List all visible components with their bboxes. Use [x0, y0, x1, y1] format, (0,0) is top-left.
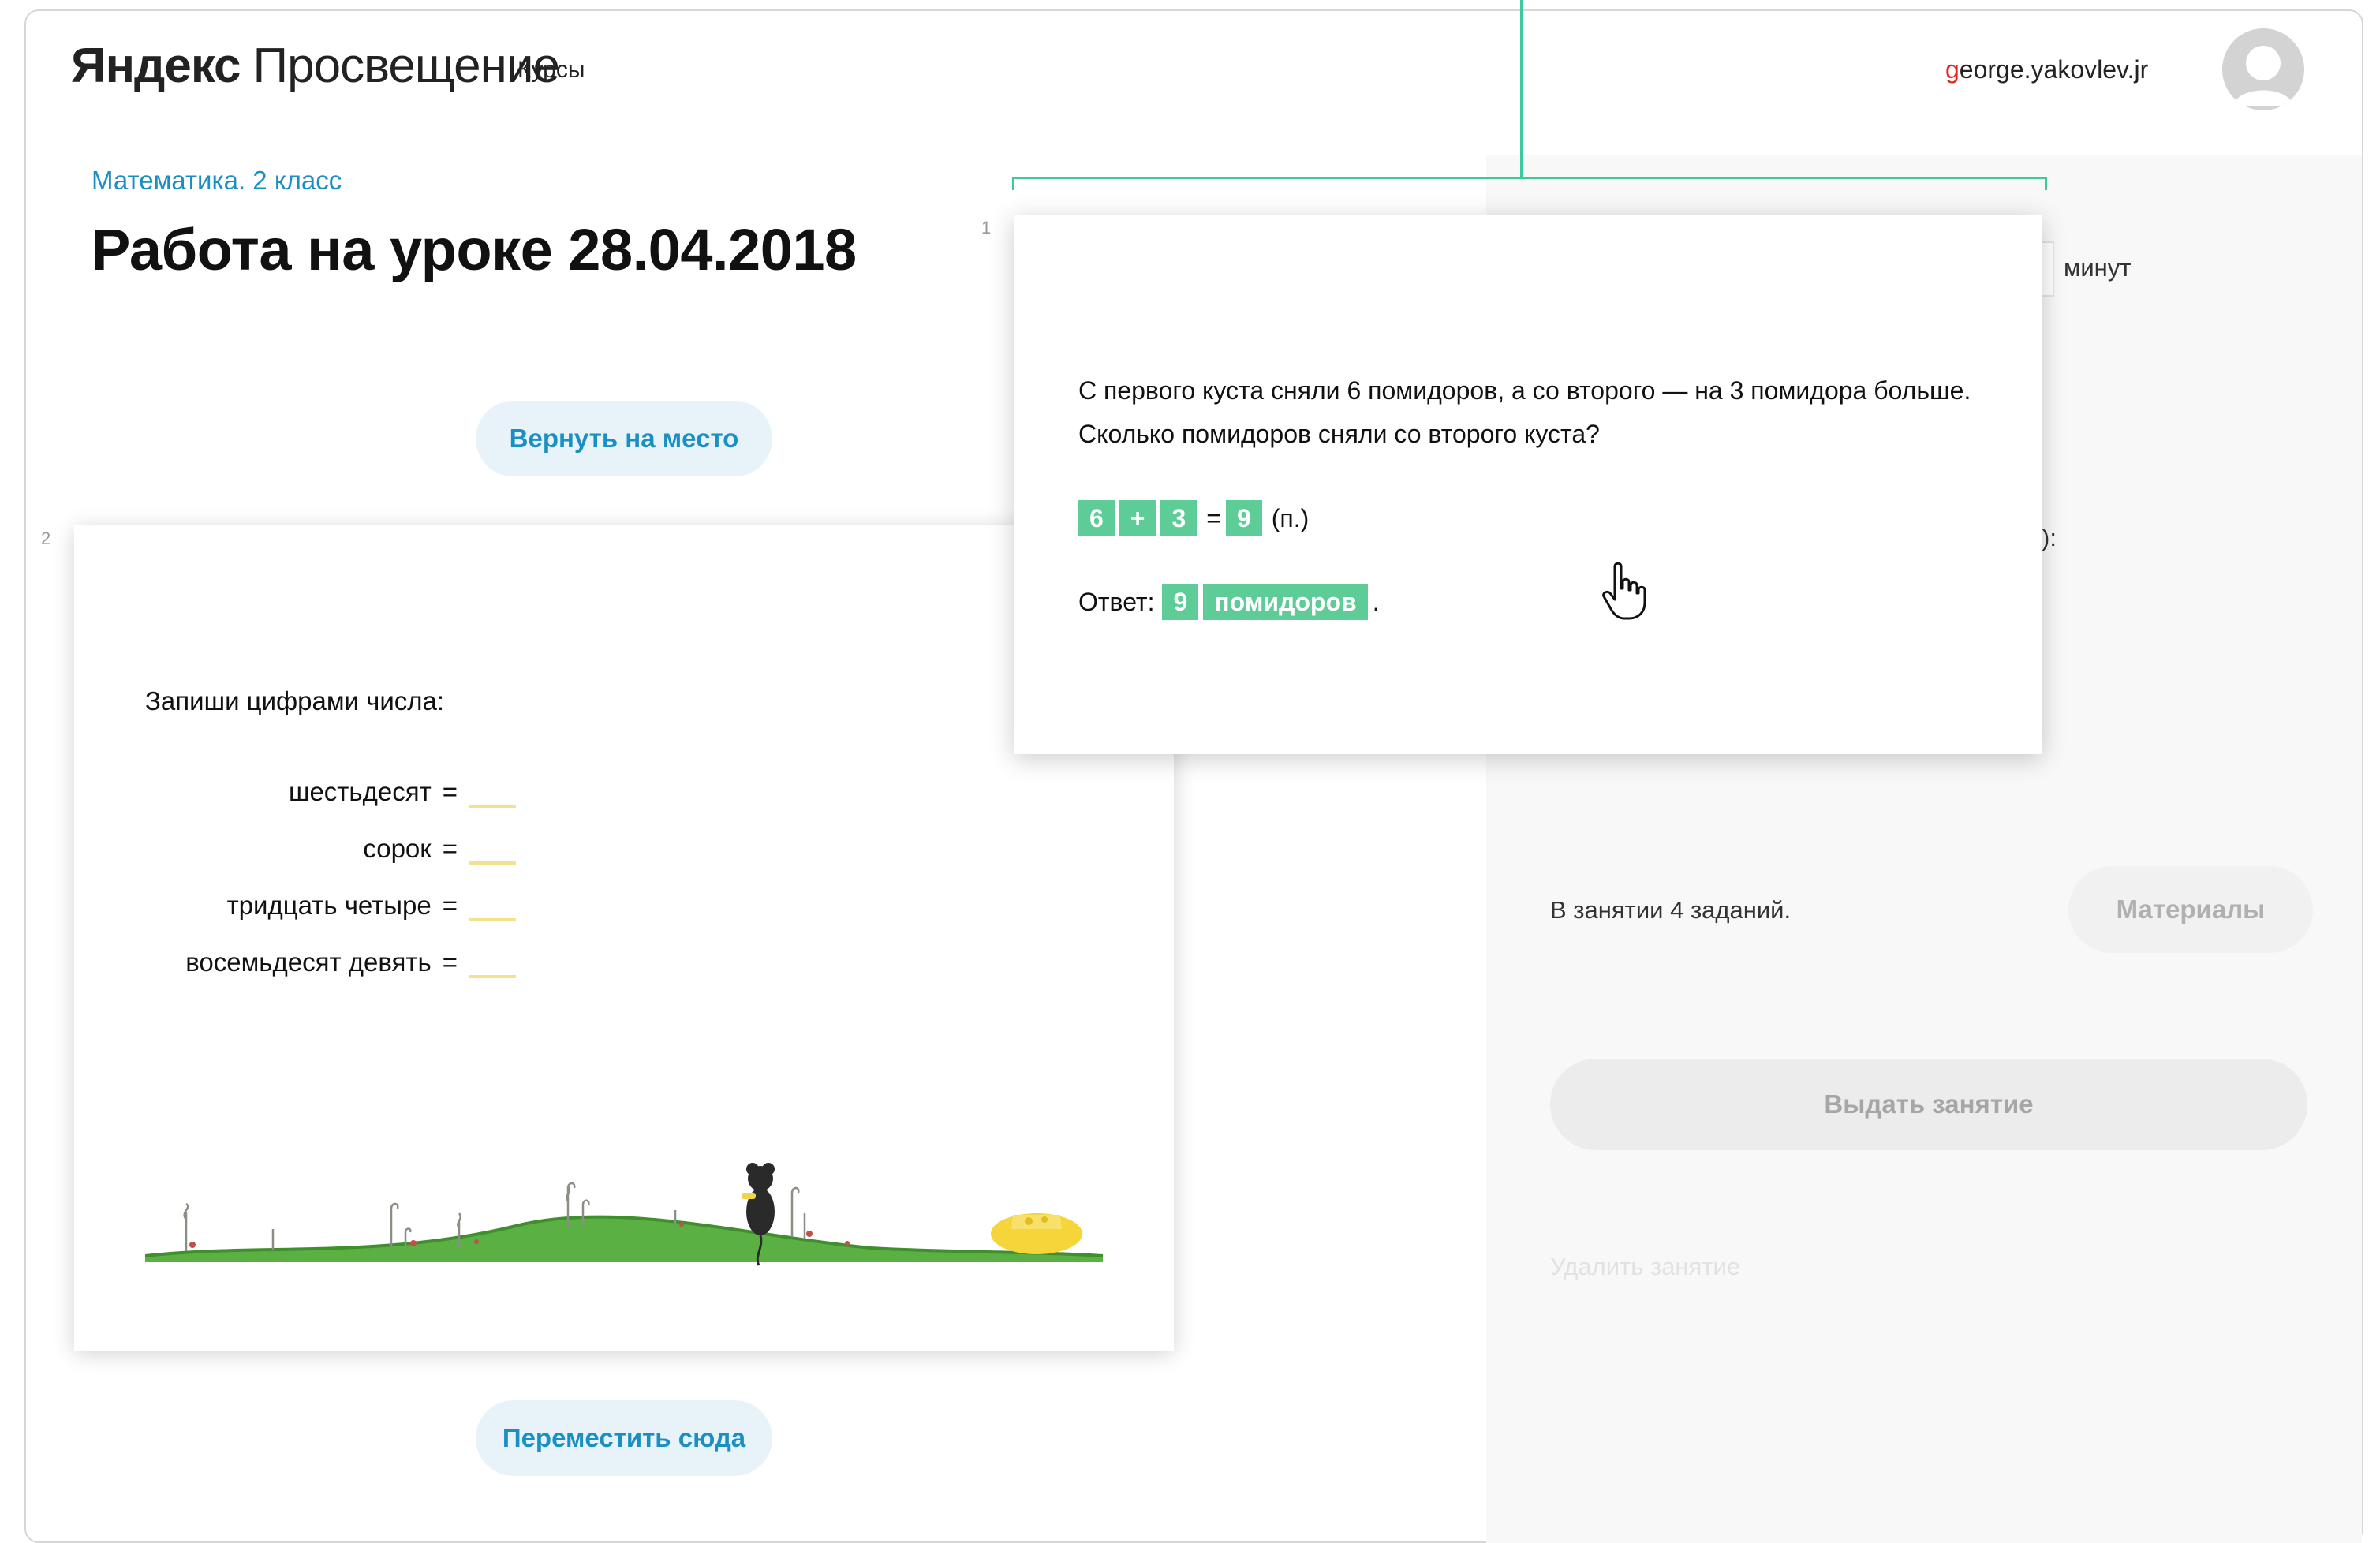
avatar[interactable]	[2222, 28, 2304, 110]
number-row: шестьдесят =	[74, 776, 516, 808]
equals-sign: =	[442, 834, 458, 863]
number-word: шестьдесят	[288, 777, 432, 806]
yandex-education-logo[interactable]: Яндекс Просвещение	[71, 38, 560, 94]
answer-chip: 9	[1162, 584, 1199, 620]
task-number: 1	[981, 218, 992, 237]
tasks-count-text: В занятии 4 заданий.	[1550, 896, 1792, 924]
materials-button[interactable]: Материалы	[2068, 866, 2313, 953]
nav-courses-link[interactable]: Курсы	[517, 57, 585, 84]
number-word: сорок	[363, 834, 432, 863]
task-card-1[interactable]: С первого куста сняли 6 помидоров, а со …	[1014, 215, 2042, 754]
answer-chip: 3	[1160, 500, 1197, 536]
equals-sign: =	[1206, 503, 1221, 532]
username-link[interactable]: george.yakovlev.jr	[1945, 55, 2148, 84]
answer-chip: помидоров	[1203, 584, 1368, 620]
question-line-1: С первого куста сняли 6 помидоров, а со …	[1078, 376, 1971, 405]
logo-product: Просвещение	[252, 39, 560, 93]
cheese-icon	[991, 1213, 1082, 1254]
user-silhouette-icon	[2222, 28, 2304, 110]
number-row: тридцать четыре =	[74, 890, 516, 921]
move-here-button[interactable]: Переместить сюда	[476, 1400, 772, 1476]
answer-blank-input[interactable]	[469, 890, 516, 921]
issue-lesson-button[interactable]: Выдать занятие	[1550, 1059, 2307, 1150]
answer-blank-input[interactable]	[469, 947, 516, 978]
number-word: восемьдесят девять	[185, 947, 432, 977]
minutes-label: минут	[2064, 254, 2132, 282]
answer-chip: +	[1119, 500, 1156, 536]
equals-sign: =	[442, 891, 458, 920]
username-rest: eorge.yakovlev.jr	[1959, 55, 2149, 84]
username-first-letter: g	[1945, 55, 1960, 84]
delete-lesson-link[interactable]: Удалить занятие	[1550, 1253, 1740, 1281]
return-to-place-button[interactable]: Вернуть на место	[476, 401, 772, 476]
logo-yandex: Яндекс	[71, 39, 241, 93]
period: .	[1372, 587, 1380, 616]
number-word: тридцать четыре	[226, 891, 432, 920]
drop-indicator-bracket	[1012, 177, 2047, 190]
answer-label: Ответ:	[1078, 587, 1155, 616]
answer-blank-input[interactable]	[469, 776, 516, 808]
answer-chip: 9	[1225, 500, 1262, 536]
task-number: 2	[41, 529, 51, 548]
task-card-2[interactable]: Запиши цифрами числа: шестьдесят = сорок…	[74, 525, 1174, 1351]
drag-connector-line	[1520, 0, 1523, 179]
answer-blank-input[interactable]	[469, 833, 516, 865]
number-row: сорок =	[74, 833, 516, 865]
hand-cursor-icon	[1602, 562, 1646, 620]
unit-label: (п.)	[1271, 503, 1310, 532]
equation-row: 6 + 3 = 9 (п.)	[1078, 500, 1313, 536]
task-prompt: Запиши цифрами числа:	[145, 686, 445, 715]
breadcrumb-course[interactable]: Математика. 2 класс	[92, 166, 342, 196]
field-label-fragment: ):	[2042, 524, 2057, 551]
answer-row: Ответ: 9 помидоров .	[1078, 584, 1380, 620]
page-title: Работа на уроке 28.04.2018	[92, 217, 857, 282]
answer-chip: 6	[1078, 500, 1115, 536]
equals-sign: =	[442, 947, 458, 977]
equals-sign: =	[442, 777, 458, 806]
mouse-and-cheese-illustration	[145, 1163, 1103, 1266]
question-line-2: Сколько помидоров сняли со второго куста…	[1078, 420, 1600, 448]
number-row: восемьдесят девять =	[74, 947, 516, 978]
